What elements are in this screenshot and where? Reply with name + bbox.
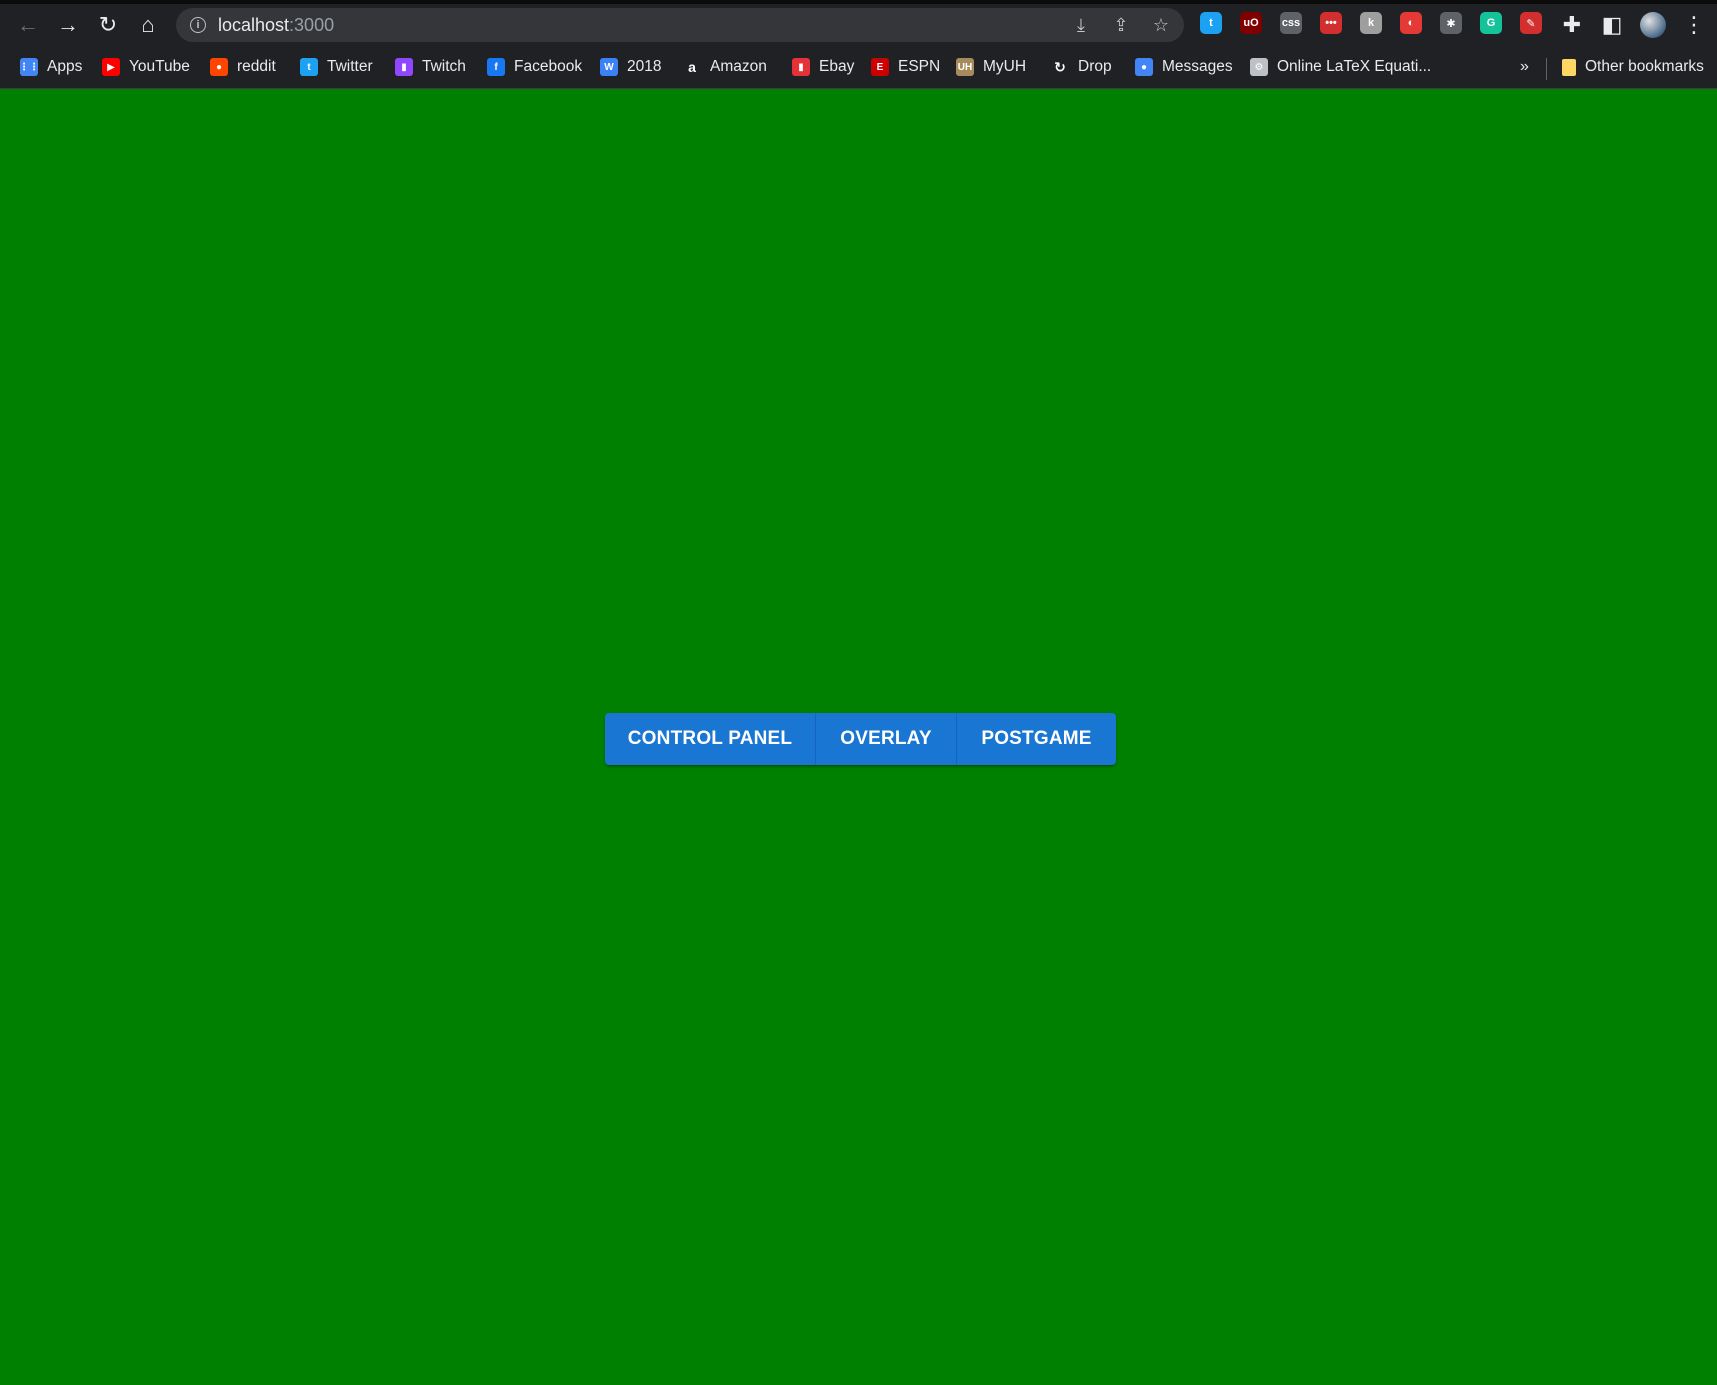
gear-icon: ⚙ xyxy=(1250,58,1268,76)
bookmark-amazon[interactable]: a Amazon xyxy=(683,55,767,79)
twitter-icon: t xyxy=(300,58,318,76)
bookmark-label: Amazon xyxy=(710,58,767,75)
dots-extension-icon[interactable]: ••• xyxy=(1320,12,1342,34)
back-icon[interactable]: ← xyxy=(12,10,44,40)
other-bookmarks-label: Other bookmarks xyxy=(1585,58,1704,75)
bookmark-twitch[interactable]: ▮ Twitch xyxy=(395,55,466,79)
folder-icon xyxy=(1562,58,1576,76)
navigation-button-group: CONTROL PANEL OVERLAY POSTGAME xyxy=(605,713,1116,765)
address-url[interactable]: localhost:3000 xyxy=(218,15,334,36)
address-bar[interactable]: i localhost:3000 ⤓ ⇪ ☆ xyxy=(176,8,1184,42)
bookmark-reddit[interactable]: ● reddit xyxy=(210,55,276,79)
browser-toolbar: ← → ↻ ⌂ i localhost:3000 ⤓ ⇪ ☆ t uO css •••… xyxy=(0,0,1717,48)
install-app-icon[interactable]: ⤓ xyxy=(1068,13,1094,37)
overlay-button[interactable]: OVERLAY xyxy=(815,713,956,765)
bookmark-twitter[interactable]: t Twitter xyxy=(300,55,373,79)
bookmark-label: reddit xyxy=(237,58,276,75)
reddit-icon: ● xyxy=(210,58,228,76)
apps-grid-icon: ⋮⋮ xyxy=(19,58,39,76)
forward-icon[interactable]: → xyxy=(52,10,84,40)
bookmark-label: ESPN xyxy=(898,58,941,75)
ublock-extension-icon[interactable]: uO xyxy=(1240,12,1262,34)
bookmark-label: YouTube xyxy=(129,58,190,75)
share-icon[interactable]: ⇪ xyxy=(1108,13,1134,37)
bookmark-label: Messages xyxy=(1162,58,1233,75)
youtube-icon: ▶ xyxy=(102,58,120,76)
red-circle-extension-icon[interactable]: ◐ xyxy=(1400,12,1422,34)
twitter-extension-icon[interactable]: t xyxy=(1200,12,1222,34)
amazon-icon: a xyxy=(688,59,696,75)
bookmark-label: MyUH xyxy=(983,58,1027,75)
bookmark-2018[interactable]: W 2018 xyxy=(600,55,661,79)
reload-icon[interactable]: ↻ xyxy=(92,10,124,40)
home-icon[interactable]: ⌂ xyxy=(132,10,164,40)
side-panel-icon[interactable]: ◧ xyxy=(1596,10,1628,40)
bookmark-label: Online LaTeX Equati... xyxy=(1277,58,1432,75)
bookmark-star-icon[interactable]: ☆ xyxy=(1148,13,1174,37)
ebay-icon: ▮ xyxy=(792,58,810,76)
bookmark-drop[interactable]: ↻ Drop xyxy=(1051,55,1112,79)
bookmark-label: Apps xyxy=(47,58,83,75)
drop-icon: ↻ xyxy=(1054,58,1066,75)
magic-wand-extension-icon[interactable]: ✎ xyxy=(1520,12,1542,34)
bookmark-label: Facebook xyxy=(514,58,583,75)
menu-kebab-icon[interactable]: ⋮ xyxy=(1678,10,1710,40)
bookmark-label: 2018 xyxy=(627,58,662,75)
bookmarks-divider xyxy=(1546,58,1547,80)
other-bookmarks[interactable]: Other bookmarks xyxy=(1562,55,1704,79)
bookmarks-bar: ⋮⋮ Apps ▶ YouTube ● reddit t Twitter ▮ Twitch f Fac… xyxy=(0,48,1717,89)
bookmark-online-latex-equati[interactable]: ⚙ Online LaTeX Equati... xyxy=(1250,55,1431,79)
bookmark-youtube[interactable]: ▶ YouTube xyxy=(102,55,190,79)
bookmark-myuh[interactable]: UH MyUH xyxy=(956,55,1026,79)
url-host: localhost xyxy=(218,15,290,35)
messages-icon: ● xyxy=(1135,58,1153,76)
espn-icon: E xyxy=(871,58,889,76)
site-info-icon[interactable]: i xyxy=(190,17,206,33)
bookmark-label: Drop xyxy=(1078,58,1112,75)
grammarly-extension-icon[interactable]: G xyxy=(1480,12,1502,34)
css-extension-icon[interactable]: css xyxy=(1280,12,1302,34)
bookmark-apps[interactable]: ⋮⋮ Apps xyxy=(19,55,83,79)
bookmark-facebook[interactable]: f Facebook xyxy=(487,55,582,79)
extensions-puzzle-icon[interactable]: ✚ xyxy=(1556,10,1588,40)
bookmark-label: Twitch xyxy=(422,58,466,75)
profile-avatar[interactable] xyxy=(1640,12,1666,38)
bee-extension-icon[interactable]: ✱ xyxy=(1440,12,1462,34)
twitch-icon: ▮ xyxy=(395,58,413,76)
myuh-icon: UH xyxy=(956,58,974,76)
more-bookmarks-icon[interactable]: » xyxy=(1520,58,1529,76)
bookmark-ebay[interactable]: ▮ Ebay xyxy=(792,55,854,79)
bookmark-label: Ebay xyxy=(819,58,855,75)
control-panel-button[interactable]: CONTROL PANEL xyxy=(605,713,815,765)
k-extension-icon[interactable]: k xyxy=(1360,12,1382,34)
bookmark-espn[interactable]: E ESPN xyxy=(871,55,940,79)
bookmark-label: Twitter xyxy=(327,58,373,75)
url-port: :3000 xyxy=(289,15,335,35)
w-icon: W xyxy=(600,58,618,76)
postgame-button[interactable]: POSTGAME xyxy=(956,713,1116,765)
facebook-icon: f xyxy=(487,58,505,76)
bookmark-messages[interactable]: ● Messages xyxy=(1135,55,1233,79)
